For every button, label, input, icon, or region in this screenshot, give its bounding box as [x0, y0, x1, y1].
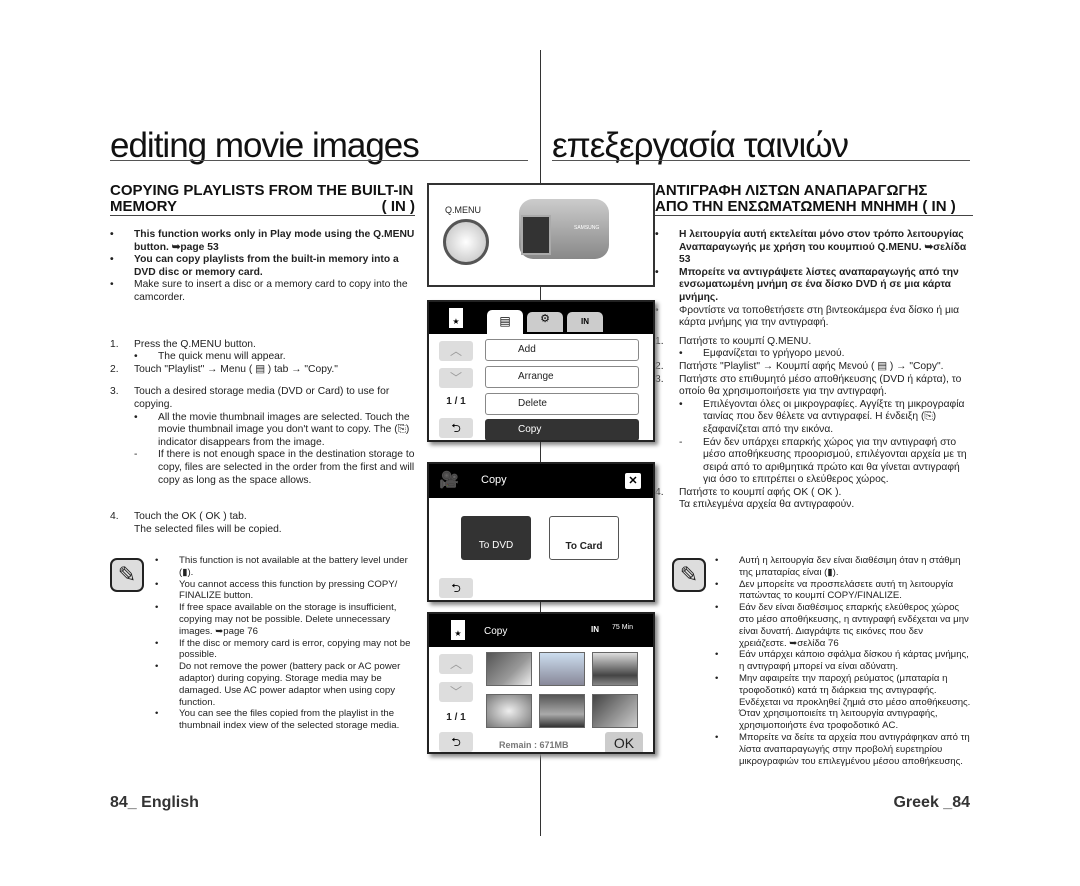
instructions-english: • This function works only in Play mode u… [110, 229, 415, 535]
notes-greek: • Αυτή η λειτουργία δεν είναι διαθέσιμη ό… [715, 555, 971, 767]
menu-item-arrange[interactable]: Arrange [485, 366, 639, 388]
note-icon: ✎ [672, 558, 706, 592]
tab-menu[interactable]: ▤ [487, 310, 523, 334]
page-number-english: 84_ English [110, 794, 199, 811]
built-in-memory-icon: ( IN ) [381, 198, 415, 215]
thumbnail[interactable] [486, 652, 532, 686]
memory-icon: IN [591, 625, 599, 634]
scroll-up-button[interactable]: ︿ [439, 654, 473, 674]
back-button[interactable]: ⮌ [439, 578, 473, 598]
notes-english: • This function is not available at the b… [155, 555, 411, 732]
copy-destination-screen: 🎥 Copy ✕ To DVD To Card ⮌ [427, 462, 655, 602]
back-button[interactable]: ⮌ [439, 418, 473, 438]
playlist-icon: ★ [449, 308, 463, 328]
battery-indicator: 75 Min [612, 624, 634, 631]
quick-menu-screen: ★ ▤ ⚙ IN ︿ ﹀ 1 / 1 ⮌ Add Arrange Delete … [427, 300, 655, 442]
thumbnail[interactable] [539, 694, 585, 728]
close-button[interactable]: ✕ [625, 473, 641, 489]
movie-camera-icon: 🎥 [439, 472, 459, 489]
qmenu-button[interactable] [443, 219, 489, 265]
thumbnail[interactable] [592, 694, 638, 728]
to-dvd-button[interactable]: To DVD [461, 516, 531, 560]
section-heading: COPYING PLAYLISTS FROM THE BUILT-IN MEMO… [110, 182, 415, 216]
thumbnail[interactable] [539, 652, 585, 686]
thumbnail[interactable] [592, 652, 638, 686]
to-card-button[interactable]: To Card [549, 516, 619, 560]
section-heading-greek: ΑΝΤΙΓΡΑΦΗ ΛΙΣΤΩΝ ΑΝΑΠΑΡΑΓΩΓΗΣ ΑΠΟ ΤΗΝ ΕΝ… [655, 183, 973, 216]
title-underline [552, 160, 970, 161]
tab-memory[interactable]: IN [567, 312, 603, 332]
menu-item-copy[interactable]: Copy [485, 419, 639, 440]
tab-settings[interactable]: ⚙ [527, 312, 563, 332]
back-button[interactable]: ⮌ [439, 732, 473, 752]
camcorder-illustration: Q.MENU SAMSUNG [427, 183, 655, 287]
menu-item-delete[interactable]: Delete [485, 393, 639, 415]
thumbnail-selection-screen: ★ Copy IN 75 Min ︿ ﹀ 1 / 1 ⮌ Remain : 67… [427, 612, 655, 754]
scroll-down-button[interactable]: ﹀ [439, 682, 473, 702]
thumbnail[interactable] [486, 694, 532, 728]
menu-item-add[interactable]: Add [485, 339, 639, 361]
note-icon: ✎ [110, 558, 144, 592]
instructions-greek: • Η λειτουργία αυτή εκτελείται μόνο στον … [655, 229, 967, 511]
scroll-up-button[interactable]: ︿ [439, 341, 473, 361]
ok-button[interactable]: OK [605, 732, 643, 752]
title-underline [110, 160, 528, 161]
built-in-memory-icon: ( IN ) [922, 198, 956, 215]
playlist-icon: ★ [451, 620, 465, 640]
page-number-greek: Greek _84 [893, 794, 970, 811]
camcorder-lcd [521, 215, 551, 255]
scroll-down-button[interactable]: ﹀ [439, 368, 473, 388]
